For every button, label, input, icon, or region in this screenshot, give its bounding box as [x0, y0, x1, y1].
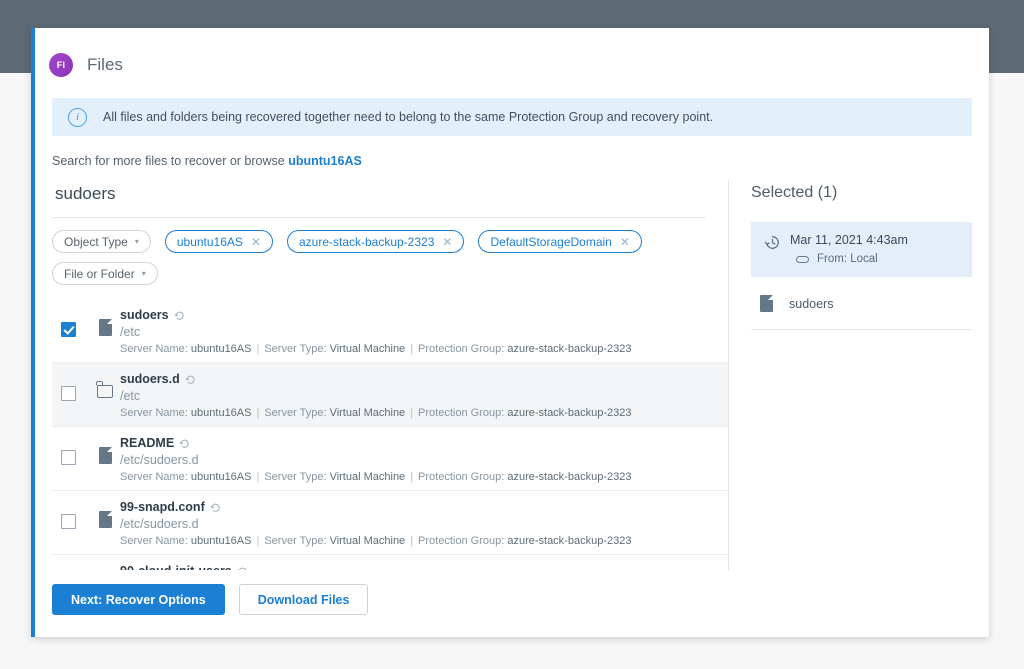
table-row[interactable]: sudoers.d/etc Server Name: ubuntu16AS|Ser…: [52, 363, 728, 427]
row-checkbox-cell: [52, 498, 90, 529]
row-file-path: /etc/sudoers.d: [120, 517, 718, 531]
history-clock-icon: [764, 234, 781, 256]
row-metadata: Server Name: ubuntu16AS|Server Type: Vir…: [120, 343, 718, 355]
close-icon[interactable]: ✕: [620, 235, 630, 249]
snapshot-timestamp: Mar 11, 2021 4:43am: [790, 233, 908, 247]
row-type-icon-cell: [90, 434, 120, 464]
search-hint-prefix: Search for more files to recover or brow…: [52, 154, 288, 168]
row-metadata: Server Name: ubuntu16AS|Server Type: Vir…: [120, 471, 718, 483]
selected-panel: Selected (1) Mar 11, 2021 4:43am: [729, 180, 972, 570]
row-file-name-text: sudoers.d: [120, 372, 180, 386]
row-details: 90-cloud-init-users/etc/sudoers.dServer …: [120, 562, 728, 570]
close-icon[interactable]: ✕: [442, 235, 452, 249]
modal-header: FI Files: [35, 28, 989, 84]
filter-bar-row-2: File or Folder ▾: [52, 262, 652, 285]
restore-history-icon[interactable]: [186, 375, 196, 384]
row-type-icon-cell: [90, 306, 120, 336]
row-details: 99-snapd.conf/etc/sudoers.d Server Name: …: [120, 498, 728, 547]
row-metadata: Server Name: ubuntu16AS|Server Type: Vir…: [120, 535, 718, 547]
row-file-path: /etc: [120, 389, 718, 403]
row-file-name: sudoers.d: [120, 372, 718, 386]
row-details: sudoers/etc Server Name: ubuntu16AS|Serve…: [120, 306, 728, 355]
row-file-name-text: README: [120, 436, 174, 450]
close-icon[interactable]: ✕: [251, 235, 261, 249]
selected-item[interactable]: sudoers: [751, 277, 972, 330]
content-columns: sudoers Object Type ▾ ubuntu16AS ✕ azure…: [52, 180, 972, 570]
snapshot-texts: Mar 11, 2021 4:43am From: Local: [790, 233, 908, 265]
next-recover-options-button[interactable]: Next: Recover Options: [52, 584, 225, 615]
search-term-heading: sudoers: [52, 180, 706, 218]
row-file-name: sudoers: [120, 308, 718, 322]
filter-chip-server[interactable]: ubuntu16AS ✕: [165, 230, 273, 253]
row-checkbox[interactable]: [61, 386, 76, 401]
row-checkbox-cell: [52, 434, 90, 465]
browse-source-link[interactable]: ubuntu16AS: [288, 154, 362, 168]
page-title: Files: [87, 55, 123, 75]
filter-chip-protection-group[interactable]: azure-stack-backup-2323 ✕: [287, 230, 464, 253]
files-badge-icon: FI: [49, 53, 73, 77]
snapshot-source-label: From: Local: [817, 253, 878, 265]
row-checkbox-cell: [52, 370, 90, 401]
info-icon: i: [68, 108, 87, 127]
row-file-path: /etc: [120, 325, 718, 339]
table-row[interactable]: sudoers/etc Server Name: ubuntu16AS|Serve…: [52, 299, 728, 363]
table-row[interactable]: 90-cloud-init-users/etc/sudoers.dServer …: [52, 555, 728, 570]
row-metadata: Server Name: ubuntu16AS|Server Type: Vir…: [120, 407, 718, 419]
folder-icon: [97, 385, 113, 398]
row-type-icon-cell: [90, 498, 120, 528]
row-checkbox[interactable]: [61, 450, 76, 465]
download-files-button[interactable]: Download Files: [239, 584, 369, 615]
row-type-icon-cell: [90, 562, 120, 570]
restore-history-icon[interactable]: [180, 439, 190, 448]
row-checkbox-checked[interactable]: [61, 322, 76, 337]
filter-chip-label: ubuntu16AS: [177, 235, 243, 249]
restore-history-icon[interactable]: [211, 503, 221, 512]
files-modal: FI Files i All files and folders being r…: [31, 28, 989, 637]
filter-chip-storage-domain[interactable]: DefaultStorageDomain ✕: [478, 230, 641, 253]
document-icon: [99, 447, 112, 464]
row-checkbox-cell: [52, 562, 90, 570]
info-banner: i All files and folders being recovered …: [52, 98, 972, 136]
row-checkbox[interactable]: [61, 514, 76, 529]
row-file-name-text: 99-snapd.conf: [120, 500, 205, 514]
modal-body: i All files and folders being recovered …: [35, 84, 989, 570]
disk-icon: [796, 256, 809, 263]
filter-object-type-dropdown[interactable]: Object Type ▾: [52, 230, 151, 253]
document-icon: [99, 319, 112, 336]
row-checkbox-cell: [52, 306, 90, 337]
file-browser-column: sudoers Object Type ▾ ubuntu16AS ✕ azure…: [52, 180, 729, 570]
selected-item-name: sudoers: [789, 297, 833, 311]
table-row[interactable]: README/etc/sudoers.d Server Name: ubuntu1…: [52, 427, 728, 491]
document-icon: [760, 295, 773, 312]
filter-file-or-folder-dropdown[interactable]: File or Folder ▾: [52, 262, 158, 285]
row-details: README/etc/sudoers.d Server Name: ubuntu1…: [120, 434, 728, 483]
snapshot-summary: Mar 11, 2021 4:43am From: Local: [751, 222, 972, 277]
table-row[interactable]: 99-snapd.conf/etc/sudoers.d Server Name: …: [52, 491, 728, 555]
file-results-list: sudoers/etc Server Name: ubuntu16AS|Serve…: [52, 299, 728, 570]
row-file-name: 99-snapd.conf: [120, 500, 718, 514]
row-file-name-text: sudoers: [120, 308, 169, 322]
modal-footer: Next: Recover Options Download Files: [35, 570, 989, 637]
chevron-down-icon: ▾: [135, 237, 139, 246]
chevron-down-icon: ▾: [142, 269, 146, 278]
restore-history-icon[interactable]: [175, 311, 185, 320]
row-details: sudoers.d/etc Server Name: ubuntu16AS|Ser…: [120, 370, 728, 419]
filter-object-type-label: Object Type: [64, 235, 128, 249]
document-icon: [99, 511, 112, 528]
row-file-path: /etc/sudoers.d: [120, 453, 718, 467]
filter-chip-label: DefaultStorageDomain: [490, 235, 611, 249]
snapshot-source: From: Local: [790, 253, 908, 265]
row-type-icon-cell: [90, 370, 120, 398]
info-banner-text: All files and folders being recovered to…: [103, 110, 713, 124]
selected-panel-title: Selected (1): [751, 180, 972, 202]
filter-chip-label: azure-stack-backup-2323: [299, 235, 434, 249]
search-hint: Search for more files to recover or brow…: [52, 154, 972, 168]
row-file-name: README: [120, 436, 718, 450]
filter-bar: Object Type ▾ ubuntu16AS ✕ azure-stack-b…: [52, 230, 652, 253]
filter-file-or-folder-label: File or Folder: [64, 267, 135, 281]
